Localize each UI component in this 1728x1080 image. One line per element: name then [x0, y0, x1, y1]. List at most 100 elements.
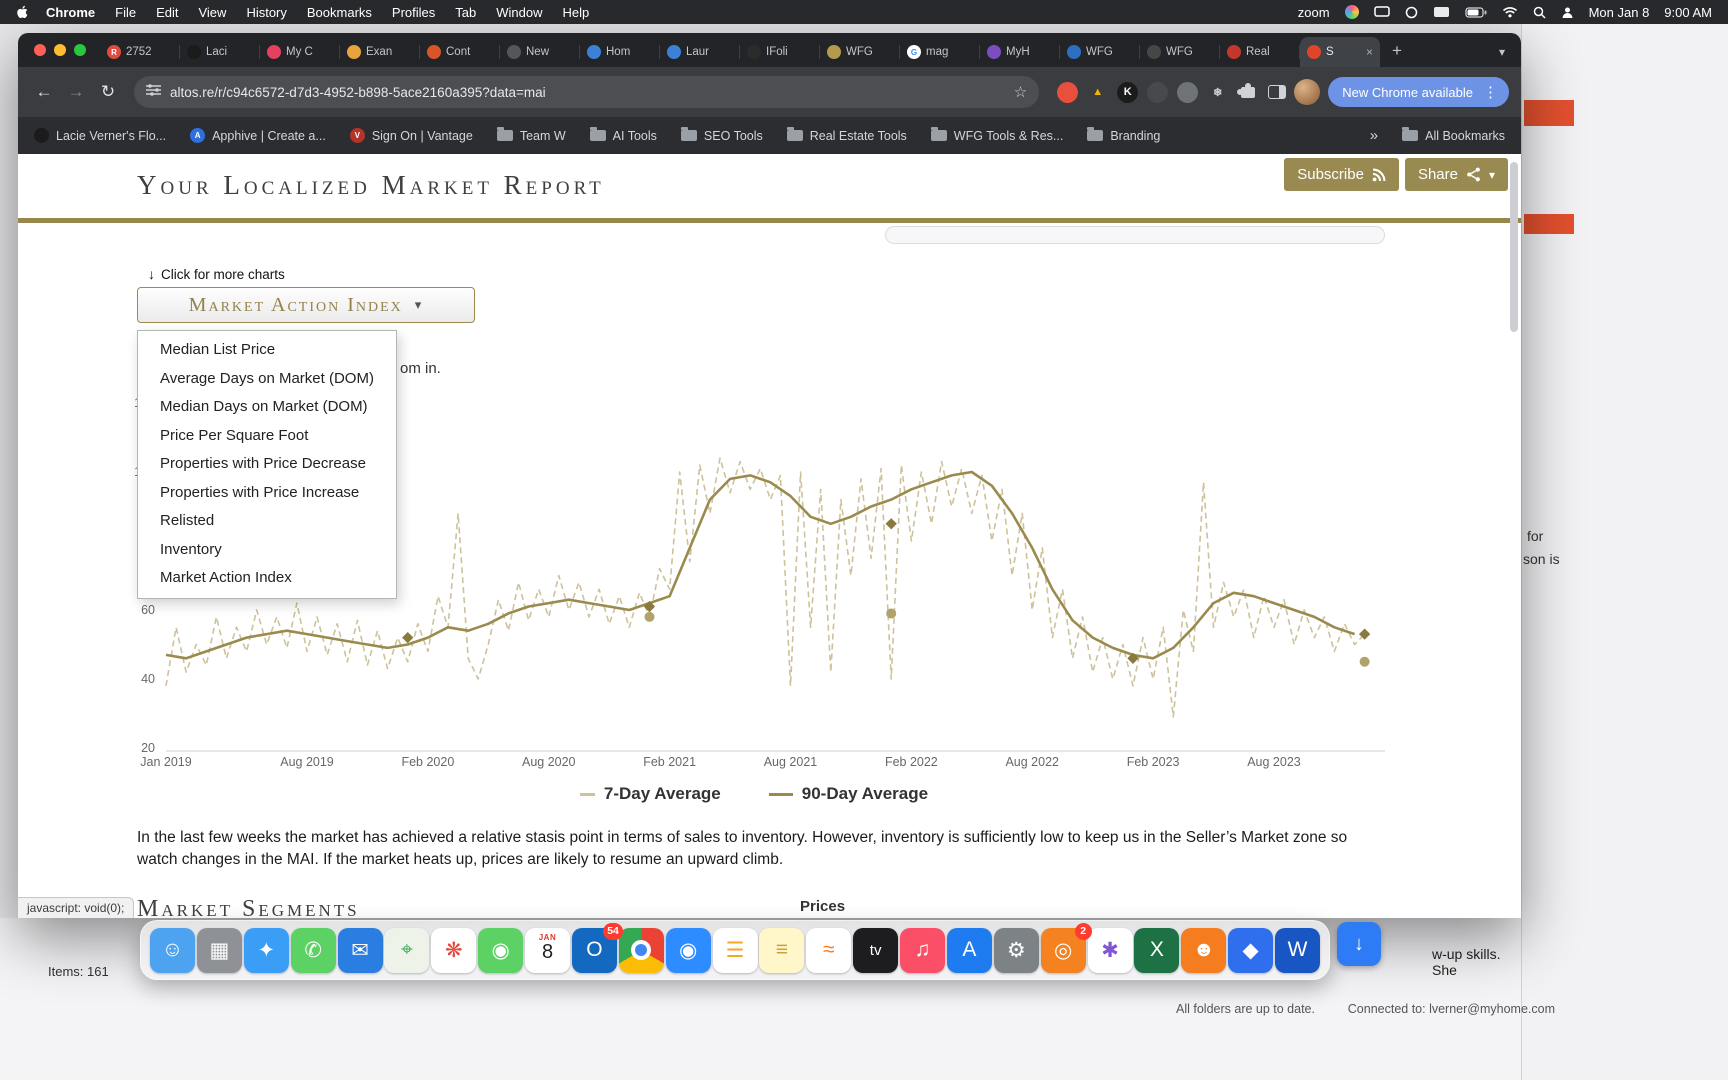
ext-k-icon[interactable]: K [1117, 81, 1139, 103]
dropdown-option[interactable]: Properties with Price Decrease [138, 450, 396, 479]
ext-gray-icon[interactable] [1177, 81, 1199, 103]
all-bookmarks-button[interactable]: All Bookmarks [1402, 127, 1505, 143]
dock-app-store-icon[interactable]: A [946, 927, 992, 973]
dock-finder-icon[interactable]: ☺ [150, 927, 195, 973]
dock-maps-icon[interactable]: ⌖ [384, 927, 430, 973]
bookmark-item[interactable]: V Sign On | Vantage [349, 128, 473, 143]
dock-contacts-icon[interactable]: ☻ [1181, 927, 1227, 973]
share-button[interactable]: Share ▾ [1404, 158, 1508, 191]
forward-button[interactable]: → [62, 78, 90, 106]
dock-excel-icon[interactable]: X [1134, 927, 1180, 973]
dock-orange-utility-icon[interactable]: ◎ 2 [1040, 922, 1092, 973]
content-scrollbar[interactable] [1510, 162, 1518, 332]
download-float-icon[interactable]: ↓ [1337, 922, 1381, 966]
subscribe-button[interactable]: Subscribe [1284, 158, 1399, 191]
dropdown-option[interactable]: Average Days on Market (DOM) [138, 365, 396, 394]
browser-tab[interactable]: Laur [660, 37, 740, 67]
spotlight-icon[interactable] [1533, 6, 1546, 19]
zoom-status-label[interactable]: zoom [1298, 5, 1330, 20]
menu-edit[interactable]: Edit [146, 5, 188, 20]
dock-outlook-icon[interactable]: O 54 [571, 922, 623, 973]
menu-bar-date[interactable]: Mon Jan 8 [1589, 5, 1650, 20]
browser-tab[interactable]: IFoli [740, 37, 820, 67]
dock-facetime-icon[interactable]: ◉ [478, 927, 524, 973]
update-chrome-button[interactable]: New Chrome available ⋮ [1328, 77, 1509, 107]
browser-tab[interactable]: New [500, 37, 580, 67]
chart-select-button[interactable]: Market Action Index ▾ [137, 287, 475, 323]
wifi-status-icon[interactable] [1502, 6, 1518, 18]
dock-chrome-icon[interactable] [618, 927, 664, 973]
record-status-icon[interactable] [1405, 6, 1418, 19]
dock-music-icon[interactable]: ♫ [900, 927, 945, 973]
bookmark-item[interactable]: SEO Tools [680, 127, 763, 143]
ext-dark-icon[interactable] [1147, 81, 1169, 103]
dropdown-option[interactable]: Price Per Square Foot [138, 422, 396, 451]
bookmark-item[interactable]: Branding [1087, 127, 1160, 143]
bookmarks-overflow-chevron[interactable]: » [1370, 127, 1378, 144]
bookmark-item[interactable]: Real Estate Tools [786, 127, 907, 143]
menu-bookmarks[interactable]: Bookmarks [297, 5, 382, 20]
browser-tab[interactable]: Real [1220, 37, 1300, 67]
dock-word-icon[interactable]: W [1275, 927, 1320, 973]
minimize-window-button[interactable] [54, 44, 66, 56]
menu-file[interactable]: File [105, 5, 146, 20]
dock-messages-icon[interactable]: ✆ [290, 927, 336, 973]
browser-tab[interactable]: S × [1300, 37, 1380, 67]
dock-launchpad-icon[interactable]: ▦ [196, 927, 242, 973]
site-settings-icon[interactable] [146, 83, 161, 101]
bookmark-item[interactable]: Team W [496, 127, 566, 143]
dock-teams-blue-icon[interactable]: ◆ [1228, 927, 1274, 973]
bookmark-star-icon[interactable]: ☆ [1014, 83, 1027, 101]
address-bar[interactable]: altos.re/r/c94c6572-d7d3-4952-b898-5ace2… [134, 76, 1040, 108]
dock-photos-icon[interactable]: ❋ [431, 927, 477, 973]
menu-view[interactable]: View [188, 5, 236, 20]
browser-tab[interactable]: Gmag [900, 37, 980, 67]
browser-tab[interactable]: Exan [340, 37, 420, 67]
dock-mail-icon[interactable]: ✉ [337, 927, 383, 973]
dropdown-option[interactable]: Relisted [138, 507, 396, 536]
dropdown-option[interactable]: Median List Price [138, 336, 396, 365]
display-status-icon[interactable] [1373, 6, 1390, 18]
browser-tab[interactable]: R 2752 [100, 37, 180, 67]
ext-snowflake-icon[interactable]: ❄ [1207, 82, 1228, 103]
browser-tab[interactable]: WFG [1060, 37, 1140, 67]
menu-tab[interactable]: Tab [445, 5, 486, 20]
panel-scroll-track[interactable] [885, 226, 1385, 244]
bookmark-item[interactable]: AI Tools [589, 127, 657, 143]
new-tab-button[interactable]: + [1384, 38, 1410, 64]
reload-button[interactable]: ↻ [94, 78, 122, 106]
apple-menu-icon[interactable] [16, 5, 30, 19]
dropdown-option[interactable]: Market Action Index [138, 564, 396, 593]
browser-tab[interactable]: Hom [580, 37, 660, 67]
browser-tab[interactable]: WFG [820, 37, 900, 67]
dock-notes-icon[interactable]: ≡ [759, 927, 805, 973]
extensions-puzzle-icon[interactable] [1236, 82, 1258, 103]
menu-help[interactable]: Help [553, 5, 600, 20]
menu-bar-time[interactable]: 9:00 AM [1664, 5, 1712, 20]
menu-profiles[interactable]: Profiles [382, 5, 445, 20]
user-switch-icon[interactable] [1561, 6, 1574, 19]
tab-search-icon[interactable]: ▾ [1499, 45, 1505, 59]
dropdown-option[interactable]: Median Days on Market (DOM) [138, 393, 396, 422]
bookmark-item[interactable]: WFG Tools & Res... [930, 127, 1063, 143]
dock-system-settings-icon[interactable]: ⚙ [993, 927, 1039, 973]
keyboard-status-icon[interactable] [1433, 6, 1450, 18]
menu-window[interactable]: Window [486, 5, 552, 20]
browser-tab[interactable]: Laci [180, 37, 260, 67]
dock-apple-tv-icon[interactable]: tv [853, 927, 899, 973]
dock-garageband-icon[interactable]: ≈ [806, 927, 852, 973]
dropdown-option[interactable]: Inventory [138, 536, 396, 565]
dock-zoom-icon[interactable]: ◉ [665, 927, 711, 973]
browser-tab[interactable]: WFG [1140, 37, 1220, 67]
profile-avatar[interactable] [1294, 79, 1321, 105]
ext-red-icon[interactable] [1057, 81, 1079, 103]
battery-status-icon[interactable] [1465, 7, 1487, 18]
logi-status-icon[interactable] [1344, 5, 1359, 19]
side-panel-icon[interactable] [1268, 85, 1287, 99]
menu-history[interactable]: History [236, 5, 296, 20]
browser-menu-dots-icon[interactable]: ⋮ [1483, 83, 1499, 101]
tab-close-icon[interactable]: × [1366, 45, 1373, 59]
back-button[interactable]: ← [30, 78, 58, 106]
browser-tab[interactable]: Cont [420, 37, 500, 67]
bookmark-item[interactable]: A Apphive | Create a... [190, 128, 326, 143]
